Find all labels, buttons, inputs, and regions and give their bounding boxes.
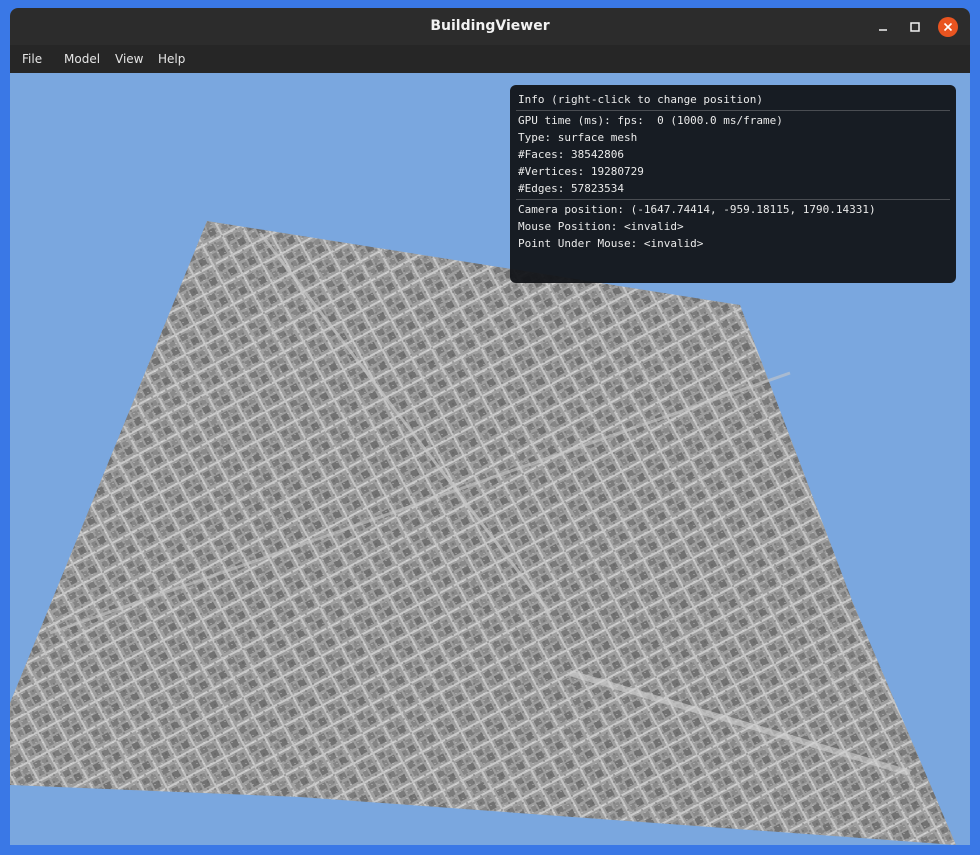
info-type: Type: surface mesh	[518, 131, 638, 144]
menu-bar: File Model View Help	[10, 45, 970, 73]
info-separator	[516, 110, 950, 111]
title-bar[interactable]: BuildingViewer	[10, 8, 970, 45]
maximize-button[interactable]	[905, 17, 925, 37]
info-panel[interactable]: Info (right-click to change position) GP…	[510, 85, 956, 283]
app-window: BuildingViewer File Model View Help Info…	[10, 8, 970, 845]
menu-file[interactable]: File	[22, 52, 42, 66]
minimize-icon	[879, 29, 887, 31]
info-separator	[516, 199, 950, 200]
info-gpu-time: GPU time (ms): fps: 0 (1000.0 ms/frame)	[518, 114, 783, 127]
menu-model[interactable]: Model	[64, 52, 100, 66]
close-icon	[943, 22, 953, 32]
minimize-button[interactable]	[873, 17, 893, 37]
info-edges: #Edges: 57823534	[518, 182, 624, 195]
mesh-shading	[10, 221, 956, 845]
info-header: Info (right-click to change position)	[518, 93, 764, 106]
menu-help[interactable]: Help	[158, 52, 185, 66]
info-vertices: #Vertices: 19280729	[518, 165, 644, 178]
info-mouse-position: Mouse Position: <invalid>	[518, 220, 684, 233]
info-camera-position: Camera position: (-1647.74414, -959.1811…	[518, 203, 876, 216]
window-title: BuildingViewer	[430, 18, 550, 34]
menu-view[interactable]: View	[115, 52, 143, 66]
maximize-icon	[910, 22, 920, 32]
info-faces: #Faces: 38542806	[518, 148, 624, 161]
info-point-under-mouse: Point Under Mouse: <invalid>	[518, 237, 704, 250]
close-button[interactable]	[938, 17, 958, 37]
